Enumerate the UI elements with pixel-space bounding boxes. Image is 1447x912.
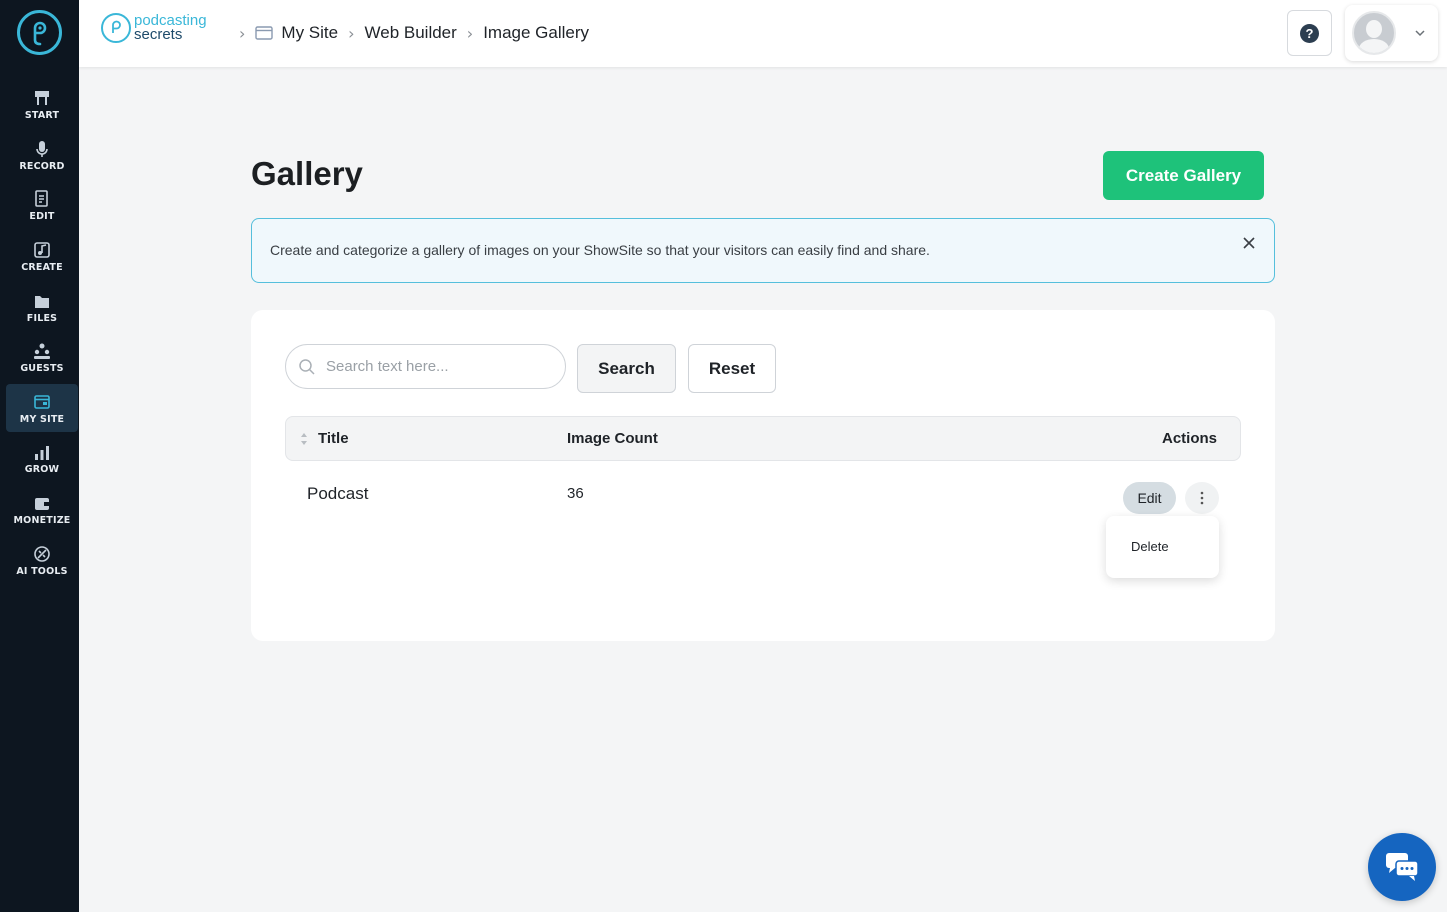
avatar [1352,11,1396,55]
sidebar-item-label: EDIT [29,210,55,222]
microphone-icon [36,140,48,157]
breadcrumb: › My Site › Web Builder › Image Gallery [229,21,589,45]
column-header-title[interactable]: Title [318,430,349,447]
sidebar-item-my-site[interactable]: MY SITE [6,384,78,432]
close-icon[interactable] [1242,236,1256,250]
chevron-right-icon: › [239,23,246,43]
folder-icon [35,295,49,308]
sidebar-item-label: MONETIZE [13,514,71,526]
info-banner: Create and categorize a gallery of image… [251,218,1275,283]
delete-menu-item[interactable]: Delete [1131,539,1169,554]
row-image-count: 36 [567,485,584,502]
column-header-image-count: Image Count [567,430,658,447]
edit-file-icon [35,189,48,207]
kebab-menu-icon [1200,491,1204,505]
actions-dropdown: Delete [1106,516,1219,578]
search-input[interactable] [326,358,546,375]
sidebar-item-guests[interactable]: GUESTS [6,333,78,381]
sidebar-item-label: GUESTS [20,362,64,374]
brand-name-line2: secrets [134,26,183,43]
sidebar-item-label: MY SITE [19,413,65,425]
chevron-down-icon [1415,30,1425,37]
ai-tools-icon [34,545,50,562]
sidebar-item-label: RECORD [19,160,65,172]
chevron-right-icon: › [466,23,474,43]
breadcrumb-image-gallery: Image Gallery [483,23,590,42]
sidebar-item-monetize[interactable]: MONETIZE [6,485,78,533]
gallery-card: Search Reset Title Image Count Actions P… [251,310,1275,641]
sort-icon[interactable] [300,431,308,447]
sidebar-item-create[interactable]: CREATE [6,232,78,280]
sidebar-item-grow[interactable]: GROW [6,434,78,482]
sidebar-item-label: AI TOOLS [16,565,68,577]
sidebar-item-start[interactable]: START [6,80,78,128]
more-options-button[interactable] [1185,482,1219,514]
sidebar-item-record[interactable]: RECORD [6,131,78,179]
brand-mark-icon [101,13,131,43]
create-gallery-button[interactable]: Create Gallery [1103,151,1264,200]
create-music-icon [34,241,50,258]
top-header: podcasting secrets › My Site › Web Build… [79,0,1447,67]
app-logo-icon[interactable] [17,10,62,55]
chat-icon [1386,853,1419,881]
website-icon [34,394,50,409]
info-text: Create and categorize a gallery of image… [270,242,930,258]
start-sign-icon [35,90,49,105]
chat-support-button[interactable] [1368,833,1436,901]
sidebar-item-ai-tools[interactable]: AI TOOLS [6,536,78,584]
sidebar-item-label: CREATE [21,261,63,273]
help-button[interactable]: ? [1287,10,1332,56]
help-icon: ? [1300,23,1319,43]
page-title: Gallery [251,155,363,192]
sidebar-item-label: GROW [24,463,60,475]
column-header-actions: Actions [1161,430,1217,447]
brand-logo[interactable]: podcasting secrets [101,13,207,43]
profile-menu[interactable] [1345,5,1438,61]
chevron-right-icon: › [348,23,355,43]
breadcrumb-web-builder[interactable]: Web Builder [365,23,457,43]
wallet-icon [35,497,49,510]
row-title: Podcast [307,484,369,503]
website-icon [255,26,274,40]
sidebar: START RECORD EDIT CREATE FILES GUESTS MY… [0,0,79,912]
search-button[interactable]: Search [577,344,676,393]
table-header: Title Image Count Actions [285,416,1241,461]
edit-button[interactable]: Edit [1123,482,1176,514]
search-box [285,344,566,389]
sidebar-item-label: FILES [26,312,58,324]
bar-chart-icon [35,445,49,460]
search-icon [299,358,315,375]
guests-icon [34,343,50,359]
sidebar-item-edit[interactable]: EDIT [6,181,78,229]
reset-button[interactable]: Reset [688,344,776,393]
breadcrumb-my-site[interactable]: My Site [281,23,338,43]
sidebar-item-label: START [24,109,60,121]
sidebar-item-files[interactable]: FILES [6,283,78,331]
